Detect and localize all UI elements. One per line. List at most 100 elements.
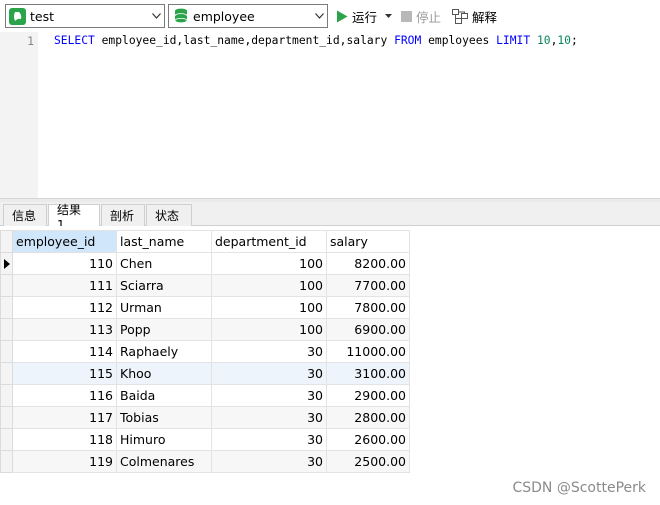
cell-department-id[interactable]: 100 [211, 252, 327, 275]
table-select[interactable]: employee [168, 4, 328, 28]
stop-button[interactable]: 停止 [401, 6, 441, 26]
cell-department-id[interactable]: 30 [211, 384, 327, 407]
cell-department-id[interactable]: 30 [211, 406, 327, 429]
row-indicator[interactable] [0, 274, 13, 297]
tab-profile[interactable]: 剖析 [101, 204, 145, 226]
toolbar: test employee 运行 停止 解释 [0, 0, 660, 32]
run-button[interactable]: 运行 [336, 6, 393, 26]
cell-employee-id[interactable]: 118 [12, 428, 117, 451]
cell-employee-id[interactable]: 111 [12, 274, 117, 297]
cell-department-id[interactable]: 30 [211, 362, 327, 385]
cell-employee-id[interactable]: 110 [12, 252, 117, 275]
chevron-down-icon[interactable] [148, 5, 164, 27]
row-indicator[interactable] [0, 296, 13, 319]
cell-department-id[interactable]: 30 [211, 340, 327, 363]
cell-last-name[interactable]: Popp [116, 318, 212, 341]
database-select-value: test [30, 8, 55, 24]
tab-result-1[interactable]: 结果 1 [48, 203, 100, 232]
explain-button[interactable]: 解释 [452, 6, 497, 26]
tab-status[interactable]: 状态 [146, 204, 192, 226]
cell-salary[interactable]: 11000.00 [326, 340, 410, 363]
chevron-down-icon[interactable] [311, 5, 327, 27]
column-header-last-name[interactable]: last_name [116, 230, 212, 253]
result-grid-area: employee_id last_name department_id sala… [0, 226, 660, 505]
row-indicator[interactable] [0, 428, 13, 451]
cell-employee-id[interactable]: 115 [12, 362, 117, 385]
sql-text: ; [570, 34, 578, 47]
cell-salary[interactable]: 7800.00 [326, 296, 410, 319]
table-row[interactable]: 117 Tobias 30 2800.00 [0, 406, 410, 429]
run-label: 运行 [352, 9, 378, 25]
sql-code-line[interactable]: SELECT employee_id,last_name,department_… [54, 34, 578, 47]
row-indicator[interactable] [0, 450, 13, 473]
cell-employee-id[interactable]: 117 [12, 406, 117, 429]
cell-last-name[interactable]: Tobias [116, 406, 212, 429]
cell-department-id[interactable]: 100 [211, 318, 327, 341]
cell-last-name[interactable]: Urman [116, 296, 212, 319]
row-indicator[interactable] [0, 318, 13, 341]
table-row[interactable]: 114 Raphaely 30 11000.00 [0, 340, 410, 363]
caret-down-icon[interactable] [385, 14, 393, 18]
cell-last-name[interactable]: Raphaely [116, 340, 212, 363]
table-row[interactable]: 111 Sciarra 100 7700.00 [0, 274, 410, 297]
cell-last-name[interactable]: Colmenares [116, 450, 212, 473]
column-header-employee-id[interactable]: employee_id [12, 230, 117, 253]
row-indicator[interactable] [0, 340, 13, 363]
cell-salary[interactable]: 2800.00 [326, 406, 410, 429]
table-row[interactable]: 119 Colmenares 30 2500.00 [0, 450, 410, 473]
cell-department-id[interactable]: 100 [211, 274, 327, 297]
cell-department-id[interactable]: 100 [211, 296, 327, 319]
stop-icon [401, 10, 412, 22]
row-indicator[interactable] [0, 252, 13, 275]
row-indicator-header [0, 230, 13, 253]
cell-salary[interactable]: 3100.00 [326, 362, 410, 385]
row-indicator[interactable] [0, 384, 13, 407]
cell-employee-id[interactable]: 119 [12, 450, 117, 473]
line-number: 1 [27, 34, 34, 48]
table-row[interactable]: 112 Urman 100 7800.00 [0, 296, 410, 319]
watermark: CSDN @ScottePerk [512, 480, 646, 496]
table-row[interactable]: 113 Popp 100 6900.00 [0, 318, 410, 341]
explain-label: 解释 [472, 9, 498, 25]
table-select-value: employee [193, 8, 255, 24]
cell-last-name[interactable]: Khoo [116, 362, 212, 385]
cell-employee-id[interactable]: 112 [12, 296, 117, 319]
cell-employee-id[interactable]: 113 [12, 318, 117, 341]
cell-last-name[interactable]: Sciarra [116, 274, 212, 297]
cell-salary[interactable]: 2500.00 [326, 450, 410, 473]
stop-label: 停止 [416, 9, 442, 25]
cell-last-name[interactable]: Chen [116, 252, 212, 275]
tab-info[interactable]: 信息 [3, 204, 47, 226]
table-row[interactable]: 110 Chen 100 8200.00 [0, 252, 410, 275]
sql-editor[interactable]: 1 SELECT employee_id,last_name,departmen… [0, 32, 660, 198]
cell-department-id[interactable]: 30 [211, 428, 327, 451]
database-stack-icon [172, 7, 189, 25]
cell-salary[interactable]: 7700.00 [326, 274, 410, 297]
cell-last-name[interactable]: Himuro [116, 428, 212, 451]
cell-salary[interactable]: 6900.00 [326, 318, 410, 341]
table-row[interactable]: 118 Himuro 30 2600.00 [0, 428, 410, 451]
cell-last-name[interactable]: Baida [116, 384, 212, 407]
table-row[interactable]: 115 Khoo 30 3100.00 [0, 362, 410, 385]
sql-text: employees [421, 34, 497, 47]
cell-salary[interactable]: 2900.00 [326, 384, 410, 407]
cell-department-id[interactable]: 30 [211, 450, 327, 473]
table-row[interactable]: 116 Baida 30 2900.00 [0, 384, 410, 407]
row-indicator[interactable] [0, 362, 13, 385]
column-header-department-id[interactable]: department_id [211, 230, 327, 253]
cell-salary[interactable]: 8200.00 [326, 252, 410, 275]
row-indicator[interactable] [0, 406, 13, 429]
result-tabs: 信息 结果 1 剖析 状态 [0, 202, 660, 232]
explain-icon [452, 8, 468, 24]
line-gutter: 1 [0, 32, 38, 198]
play-icon [337, 10, 348, 22]
cell-employee-id[interactable]: 116 [12, 384, 117, 407]
column-header-salary[interactable]: salary [326, 230, 410, 253]
cell-employee-id[interactable]: 114 [12, 340, 117, 363]
cell-salary[interactable]: 2600.00 [326, 428, 410, 451]
database-select[interactable]: test [5, 4, 165, 28]
database-icon [9, 7, 26, 25]
sql-keyword: FROM [394, 34, 422, 47]
sql-keyword: LIMIT [496, 34, 531, 47]
